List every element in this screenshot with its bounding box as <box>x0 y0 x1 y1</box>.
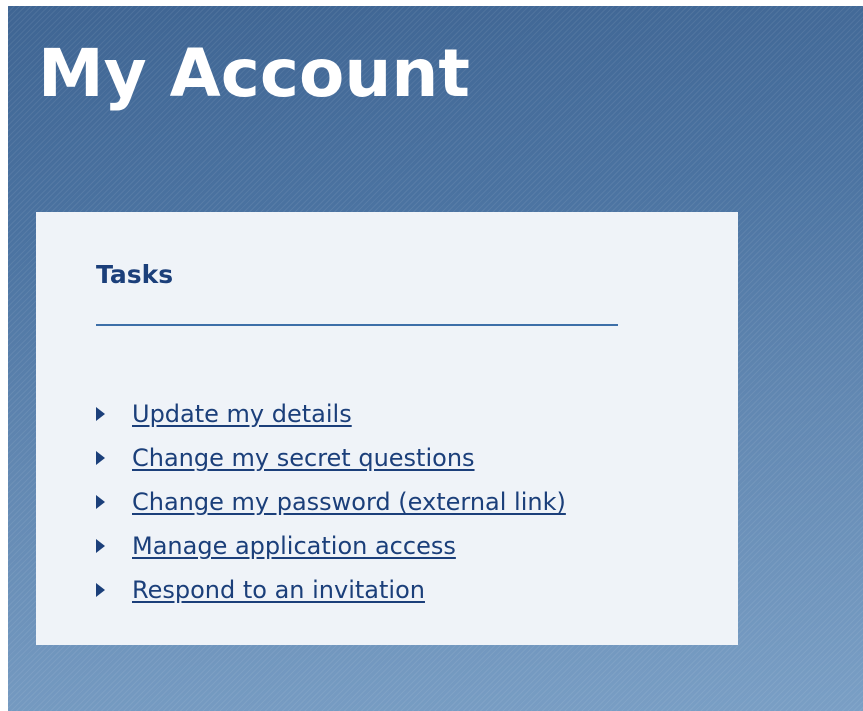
change-password-link[interactable]: Change my password (external link) <box>132 488 566 516</box>
tasks-heading: Tasks <box>96 260 174 289</box>
page-frame: My Account Tasks Update my details Chang… <box>0 0 863 711</box>
triangle-right-icon <box>96 583 105 597</box>
task-item-application-access: Manage application access <box>96 524 566 568</box>
change-secret-questions-link[interactable]: Change my secret questions <box>132 444 475 472</box>
triangle-right-icon <box>96 539 105 553</box>
task-list: Update my details Change my secret quest… <box>96 392 566 612</box>
page-title: My Account <box>38 35 470 112</box>
task-item-update-details: Update my details <box>96 392 566 436</box>
tasks-divider <box>96 324 618 326</box>
tasks-panel: Tasks Update my details Change my secret… <box>36 212 738 645</box>
triangle-right-icon <box>96 451 105 465</box>
account-banner: My Account Tasks Update my details Chang… <box>8 6 863 711</box>
task-item-secret-questions: Change my secret questions <box>96 436 566 480</box>
respond-invitation-link[interactable]: Respond to an invitation <box>132 576 425 604</box>
triangle-right-icon <box>96 407 105 421</box>
task-item-invitation: Respond to an invitation <box>96 568 566 612</box>
manage-application-access-link[interactable]: Manage application access <box>132 532 456 560</box>
task-item-change-password: Change my password (external link) <box>96 480 566 524</box>
triangle-right-icon <box>96 495 105 509</box>
update-details-link[interactable]: Update my details <box>132 400 352 428</box>
